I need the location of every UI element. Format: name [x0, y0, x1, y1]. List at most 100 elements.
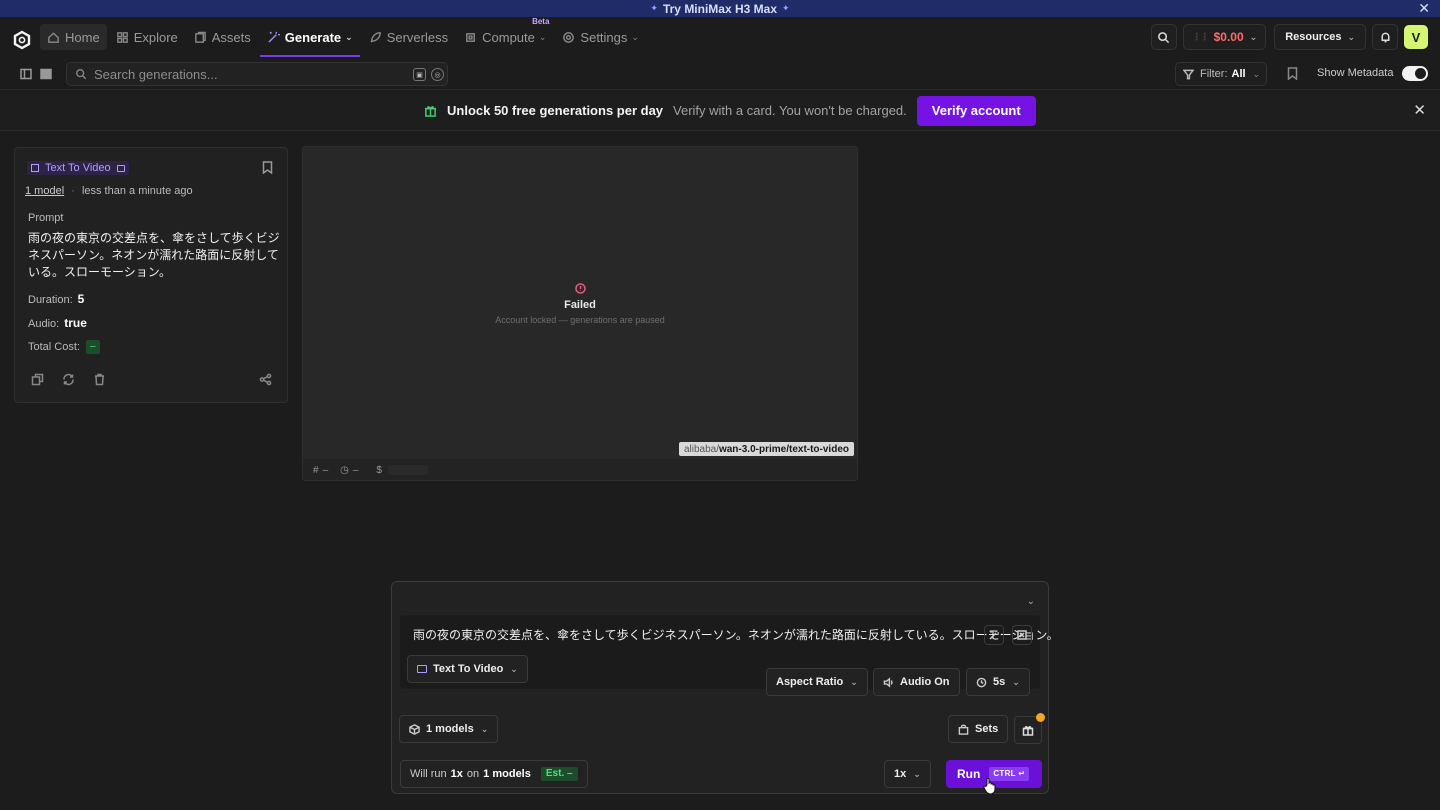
type-badge: Text To Video — [27, 161, 129, 175]
card-actions — [28, 373, 276, 387]
card-meta: 1 model · less than a minute ago — [25, 185, 193, 197]
bookmark-filter-icon[interactable] — [1287, 67, 1299, 81]
search-input[interactable] — [94, 66, 394, 82]
audio-label: Audio: — [28, 318, 60, 330]
preview-footer: # – ◷ – $ — [313, 463, 428, 477]
models-dropdown[interactable]: 1 models ⌄ — [399, 715, 499, 743]
duration-row: Duration: 5 — [28, 292, 84, 306]
preview-canvas[interactable]: Failed Account locked — generations are … — [303, 147, 857, 459]
time-value: – — [352, 464, 359, 476]
resources-button[interactable]: Resources ⌄ — [1274, 24, 1366, 50]
run-label: Run — [957, 767, 981, 781]
notifications-button[interactable] — [1372, 24, 1398, 50]
nav-generate[interactable]: Generate ⌄ — [259, 24, 360, 57]
clear-prompt-button[interactable] — [1012, 625, 1032, 645]
chevron-down-icon: ⌄ — [538, 31, 547, 42]
nav-items: Home Explore Assets Generate ⌄ Serverles… — [40, 17, 648, 57]
generation-preview: Failed Account locked — generations are … — [302, 146, 858, 481]
run-summary: Will run 1x on 1 models Est. – — [400, 760, 588, 788]
model-count-link[interactable]: 1 model — [25, 185, 64, 197]
nav-home[interactable]: Home — [40, 24, 107, 50]
mode-dropdown[interactable]: Text To Video ⌄ — [407, 655, 528, 683]
error-icon — [575, 281, 586, 294]
duration-label: 5s — [993, 676, 1006, 688]
cube-icon — [409, 723, 420, 735]
cost-symbol: $ — [376, 464, 382, 476]
text-icon — [31, 164, 39, 172]
panel-toggle-icon[interactable] — [40, 67, 52, 80]
promo-text[interactable]: Try MiniMax H3 Max — [663, 2, 777, 16]
filter-label: Filter: — [1200, 68, 1228, 80]
credits-button[interactable]: ⋮⋮ $0.00 ⌄ — [1182, 24, 1267, 50]
show-metadata-toggle[interactable] — [1402, 66, 1428, 81]
search-bar: ▣ ◎ — [66, 62, 448, 86]
logo-icon[interactable] — [12, 30, 32, 50]
nav-right: ⋮⋮ $0.00 ⌄ Resources ⌄ V — [1150, 24, 1428, 50]
model-name: wan-3.0-prime/text-to-video — [718, 443, 849, 455]
filter-dropdown[interactable]: Filter: All ⌄ — [1175, 62, 1267, 86]
cost-value: – — [85, 340, 100, 354]
sidebar-toggle-icon[interactable] — [20, 67, 32, 80]
speaker-icon — [883, 676, 893, 688]
promo-close-button[interactable]: ✕ — [1418, 0, 1430, 17]
aspect-ratio-dropdown[interactable]: Aspect Ratio ⌄ — [766, 668, 868, 696]
duration-dropdown[interactable]: 5s ⌄ — [966, 668, 1030, 696]
avatar[interactable]: V — [1404, 25, 1428, 49]
verify-account-button[interactable]: Verify account — [916, 95, 1036, 126]
bell-icon — [1381, 32, 1389, 42]
trash-icon[interactable] — [93, 373, 106, 386]
nav-compute[interactable]: Compute ⌄ Beta — [457, 17, 553, 50]
nav-serverless[interactable]: Serverless — [362, 24, 455, 50]
duration-value: 5 — [77, 292, 85, 306]
sets-button[interactable]: Sets — [948, 715, 1009, 743]
nav-settings[interactable]: Settings ⌄ — [555, 24, 646, 50]
bag-icon — [958, 724, 969, 735]
timestamp: less than a minute ago — [81, 185, 193, 197]
chevron-down-icon: ⌄ — [1012, 676, 1020, 687]
will-run-models: 1 models — [483, 768, 531, 780]
estimate-badge: Est. – — [540, 767, 578, 781]
cost-label: Total Cost: — [28, 340, 80, 353]
chevron-down-icon: ⌄ — [631, 31, 639, 42]
magic-wand-icon — [989, 630, 999, 640]
hand-cursor-icon — [983, 777, 996, 795]
chevron-down-icon[interactable]: ⌄ — [1027, 596, 1035, 607]
nav-explore[interactable]: Explore — [109, 24, 185, 50]
nav-serverless-label: Serverless — [386, 29, 449, 45]
nav-assets-label: Assets — [211, 29, 251, 45]
filter-value: All — [1231, 68, 1246, 80]
mode-label: Text To Video — [433, 663, 504, 675]
assets-icon — [194, 31, 206, 43]
image-search-icon[interactable]: ▣ — [413, 68, 426, 81]
audio-row: Audio: true — [28, 316, 87, 330]
prompt-input[interactable]: 雨の夜の東京の交差点を、傘をさして歩くビジネスパーソン。ネオンが濡れた路面に反射… — [413, 626, 1059, 643]
bookmark-icon[interactable] — [262, 161, 273, 179]
nav-explore-label: Explore — [133, 29, 178, 45]
gear-icon — [563, 31, 575, 43]
prompt-text: 雨の夜の東京の交差点を、傘をさして歩くビジネスパーソン。ネオンが濡れた路面に反射… — [28, 231, 280, 279]
banner-subtitle: Verify with a card. You won't be charged… — [673, 103, 907, 118]
multiplier-dropdown[interactable]: 1x ⌄ — [884, 760, 931, 788]
filter-icon — [1183, 69, 1194, 79]
resources-label: Resources — [1285, 31, 1342, 43]
copy-icon[interactable] — [31, 373, 44, 386]
nav-assets[interactable]: Assets — [187, 24, 258, 50]
enhance-prompt-button[interactable] — [984, 625, 1004, 645]
separator: · — [71, 185, 75, 197]
audio-label: Audio On — [900, 676, 950, 688]
promo-bar[interactable]: ✦ Try MiniMax H3 Max ✦ ✕ — [0, 0, 1440, 17]
banner-close-button[interactable]: ✕ — [1413, 101, 1426, 119]
share-icon[interactable] — [259, 373, 272, 386]
audio-value: true — [64, 316, 87, 330]
ai-search-icon[interactable]: ◎ — [431, 68, 444, 81]
models-label: 1 models — [426, 723, 474, 735]
chevron-down-icon: ⌄ — [850, 676, 858, 687]
regenerate-icon[interactable] — [62, 373, 75, 386]
clock-icon: ◷ — [340, 464, 349, 476]
home-icon — [48, 31, 59, 43]
audio-toggle[interactable]: Audio On — [873, 668, 960, 696]
gift-button[interactable] — [1014, 713, 1045, 744]
failed-status: Failed — [564, 299, 596, 311]
banner-content: Unlock 50 free generations per day Verif… — [424, 95, 1036, 126]
search-button[interactable] — [1150, 24, 1177, 50]
